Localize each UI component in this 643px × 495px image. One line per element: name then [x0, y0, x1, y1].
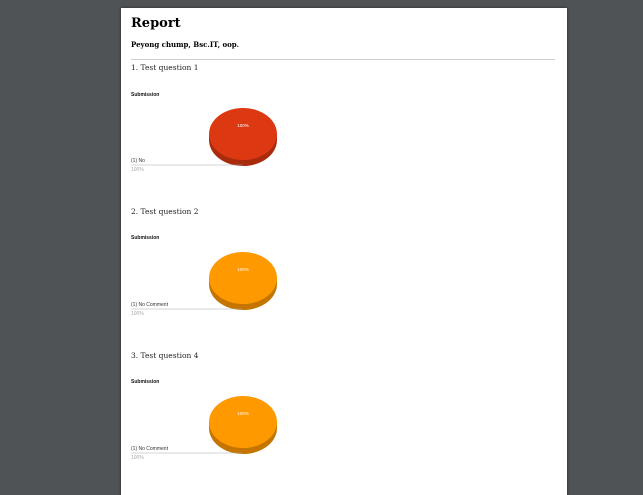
pie-chart: 100% (1) No Comment 100% [131, 396, 277, 461]
legend-percent: 100% [131, 455, 144, 461]
slice-label: 100% [237, 123, 249, 128]
pie-chart: 100% (1) No 100% [131, 108, 277, 173]
divider [131, 59, 555, 60]
legend-percent: 100% [131, 311, 144, 317]
question-heading: 1. Test question 1 [131, 63, 199, 72]
slice-label: 100% [237, 411, 249, 416]
legend-label: (1) No Comment [131, 302, 169, 308]
chart-title: Submission [131, 92, 160, 98]
pie-slice [209, 396, 277, 448]
pdf-viewer: Report Peyong chump, Bsc.IT, oop. 1. Tes… [0, 0, 643, 495]
chart-title: Submission [131, 379, 160, 385]
pie-slice [209, 108, 277, 160]
legend-label: (1) No [131, 158, 145, 164]
legend-percent: 100% [131, 167, 144, 173]
report-subtitle: Peyong chump, Bsc.IT, oop. [131, 40, 240, 49]
pie-slice [209, 252, 277, 304]
report-title: Report [131, 16, 181, 31]
question-heading: 2. Test question 2 [131, 207, 199, 216]
legend-label: (1) No Comment [131, 446, 169, 452]
chart-title: Submission [131, 235, 160, 241]
slice-label: 100% [237, 267, 249, 272]
question-heading: 3. Test question 4 [131, 351, 199, 360]
report-page: Report Peyong chump, Bsc.IT, oop. 1. Tes… [121, 8, 567, 495]
pie-chart: 100% (1) No Comment 100% [131, 252, 277, 317]
